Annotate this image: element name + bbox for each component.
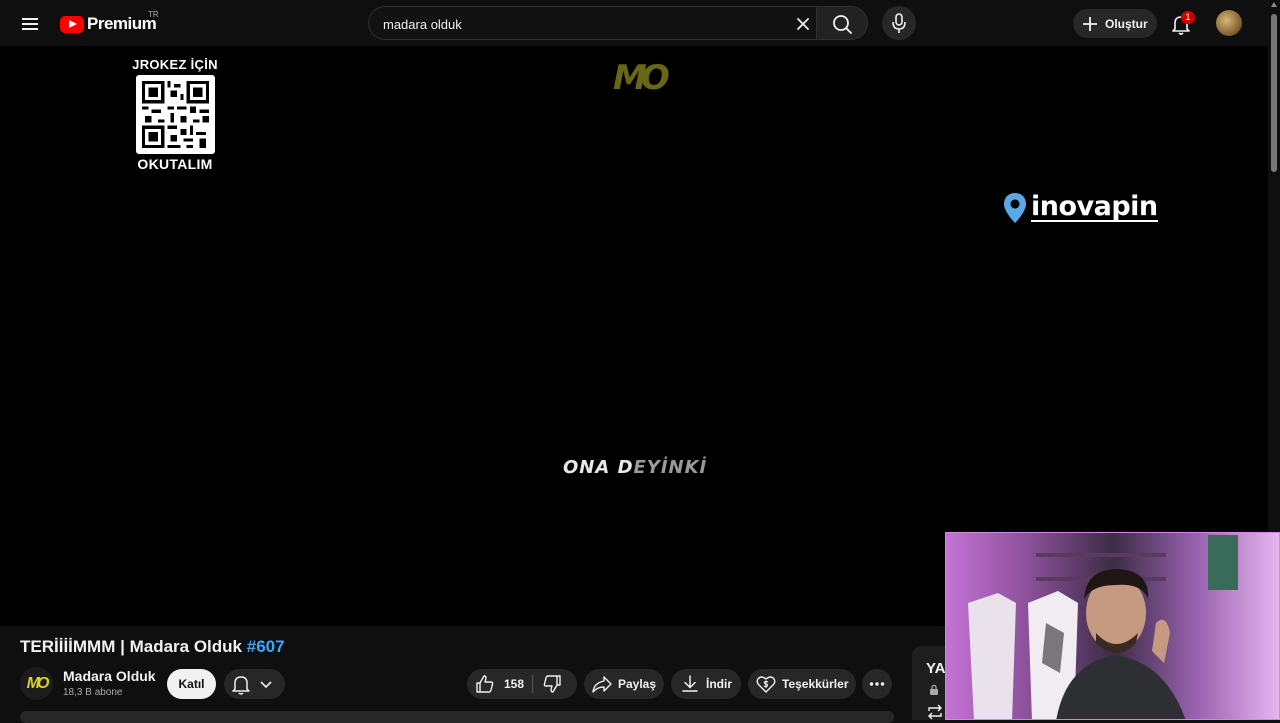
qr-bottom-text: OKUTALIM [137, 156, 213, 172]
search-box [368, 6, 816, 40]
scroll-thumb[interactable] [1271, 14, 1277, 172]
like-dislike-group: 158 [467, 669, 577, 699]
country-code: TR [148, 10, 159, 19]
lock-icon [930, 684, 938, 695]
youtube-play-icon [60, 15, 84, 33]
subscription-notification-button[interactable] [224, 669, 285, 699]
thanks-label: Teşekkürler [782, 677, 849, 691]
video-hashtag[interactable]: #607 [247, 637, 285, 656]
microphone-icon [892, 13, 906, 33]
download-icon [682, 675, 698, 692]
voice-search-button[interactable] [882, 6, 916, 40]
qr-overlay: JROKEZ İÇİN OKUTALIM [130, 57, 220, 172]
thumbs-up-icon [476, 675, 494, 693]
sponsor-logo: inovapin [1003, 192, 1158, 224]
dislike-button[interactable] [533, 669, 577, 699]
webcam-image [946, 533, 1279, 719]
caption-bright: ONA D [563, 457, 634, 478]
search-bar [368, 6, 868, 40]
clear-search-icon[interactable] [793, 14, 813, 34]
scroll-up-arrow-icon[interactable] [1271, 2, 1277, 7]
notification-badge: 1 [1181, 11, 1195, 24]
masthead: Premium TR Oluştur 1 [0, 0, 1268, 46]
join-button[interactable]: Katıl [167, 669, 216, 699]
location-pin-icon [1004, 193, 1026, 223]
download-label: İndir [706, 677, 732, 691]
share-icon [592, 676, 612, 693]
like-button[interactable]: 158 [467, 669, 532, 699]
qr-code [135, 75, 215, 154]
like-count: 158 [504, 677, 525, 691]
subscriber-count: 18,3 B abone [63, 687, 123, 698]
loop-icon[interactable] [926, 704, 944, 720]
video-title-text: TERİİİİMMM | Madara Olduk [20, 637, 242, 656]
webcam-overlay [945, 532, 1280, 720]
more-horizontal-icon [869, 682, 885, 686]
search-button[interactable] [816, 6, 868, 40]
bell-icon [232, 676, 272, 695]
youtube-premium-logo[interactable]: Premium [60, 14, 157, 34]
channel-watermark: MO [613, 58, 670, 98]
video-title: TERİİİİMMM | Madara Olduk #607 [20, 637, 285, 657]
thumbs-down-icon [543, 675, 561, 693]
menu-icon[interactable] [18, 12, 42, 36]
description-box[interactable] [20, 711, 894, 723]
create-button[interactable]: Oluştur [1073, 9, 1157, 38]
download-button[interactable]: İndir [671, 669, 741, 699]
logo-text: Premium [87, 14, 157, 33]
share-label: Paylaş [618, 677, 657, 691]
plus-icon [1083, 16, 1097, 31]
caption-dim: EYİNKİ [633, 457, 708, 478]
user-avatar[interactable] [1216, 10, 1242, 36]
side-panel-label: YA [926, 660, 946, 677]
more-actions-button[interactable] [862, 669, 892, 699]
search-input[interactable] [383, 15, 783, 33]
heart-dollar-icon [756, 676, 776, 693]
thanks-button[interactable]: Teşekkürler [748, 669, 856, 699]
share-button[interactable]: Paylaş [584, 669, 664, 699]
sponsor-text: inovapin [1031, 191, 1158, 222]
channel-avatar[interactable]: MO [20, 667, 53, 700]
create-label: Oluştur [1105, 16, 1148, 31]
search-icon [833, 15, 852, 34]
qr-top-text: JROKEZ İÇİN [132, 57, 218, 72]
channel-name[interactable]: Madara Olduk [63, 668, 156, 684]
video-caption: ONA DEYİNKİ [563, 457, 707, 478]
